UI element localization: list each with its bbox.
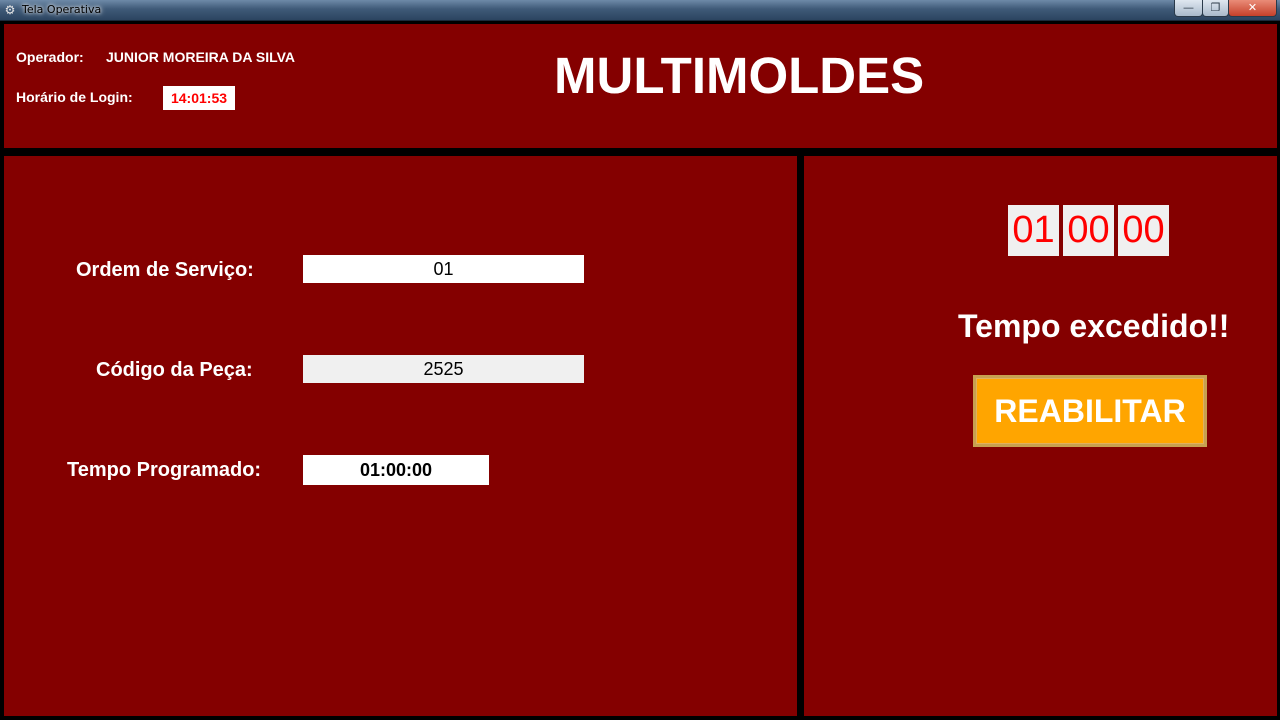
operator-name: JUNIOR MOREIRA DA SILVA (106, 49, 296, 65)
login-time-label: Horário de Login: (16, 89, 133, 105)
timer-minutes: 00 (1063, 205, 1114, 256)
reenable-button[interactable]: REABILITAR (973, 375, 1207, 447)
timer-seconds: 00 (1118, 205, 1169, 256)
maximize-button[interactable]: ❐ (1202, 0, 1229, 17)
time-exceeded-message: Tempo excedido!! (958, 308, 1230, 344)
timer-hours: 01 (1008, 205, 1059, 256)
minimize-icon: — (1183, 1, 1194, 14)
programmed-time-label: Tempo Programado: (67, 459, 262, 481)
timer-panel: 01 00 00 Tempo excedido!! REABILITAR (804, 156, 1277, 716)
form-panel: Ordem de Serviço: 01 Código da Peça: 252… (4, 156, 797, 716)
title-bar[interactable]: ⚙ Tela Operativa — ❐ ✕ (0, 0, 1280, 21)
programmed-time-field[interactable]: 01:00:00 (303, 455, 489, 485)
application-window: ⚙ Tela Operativa — ❐ ✕ Operador: JUNIOR … (0, 0, 1280, 720)
close-button[interactable]: ✕ (1228, 0, 1277, 17)
service-order-label: Ordem de Serviço: (76, 259, 254, 281)
part-code-label: Código da Peça: (96, 359, 253, 381)
minimize-button[interactable]: — (1174, 0, 1203, 17)
close-icon: ✕ (1247, 1, 1258, 14)
login-time-value: 14:01:53 (163, 86, 235, 110)
header-panel: Operador: JUNIOR MOREIRA DA SILVA Horári… (4, 24, 1277, 148)
operator-label: Operador: (16, 49, 84, 65)
service-order-field[interactable]: 01 (303, 255, 584, 283)
brand-title: MULTIMOLDES (554, 47, 925, 104)
maximize-icon: ❐ (1210, 1, 1221, 14)
gear-icon: ⚙ (4, 3, 16, 17)
window-title: Tela Operativa (22, 3, 102, 16)
part-code-field[interactable]: 2525 (303, 355, 584, 383)
